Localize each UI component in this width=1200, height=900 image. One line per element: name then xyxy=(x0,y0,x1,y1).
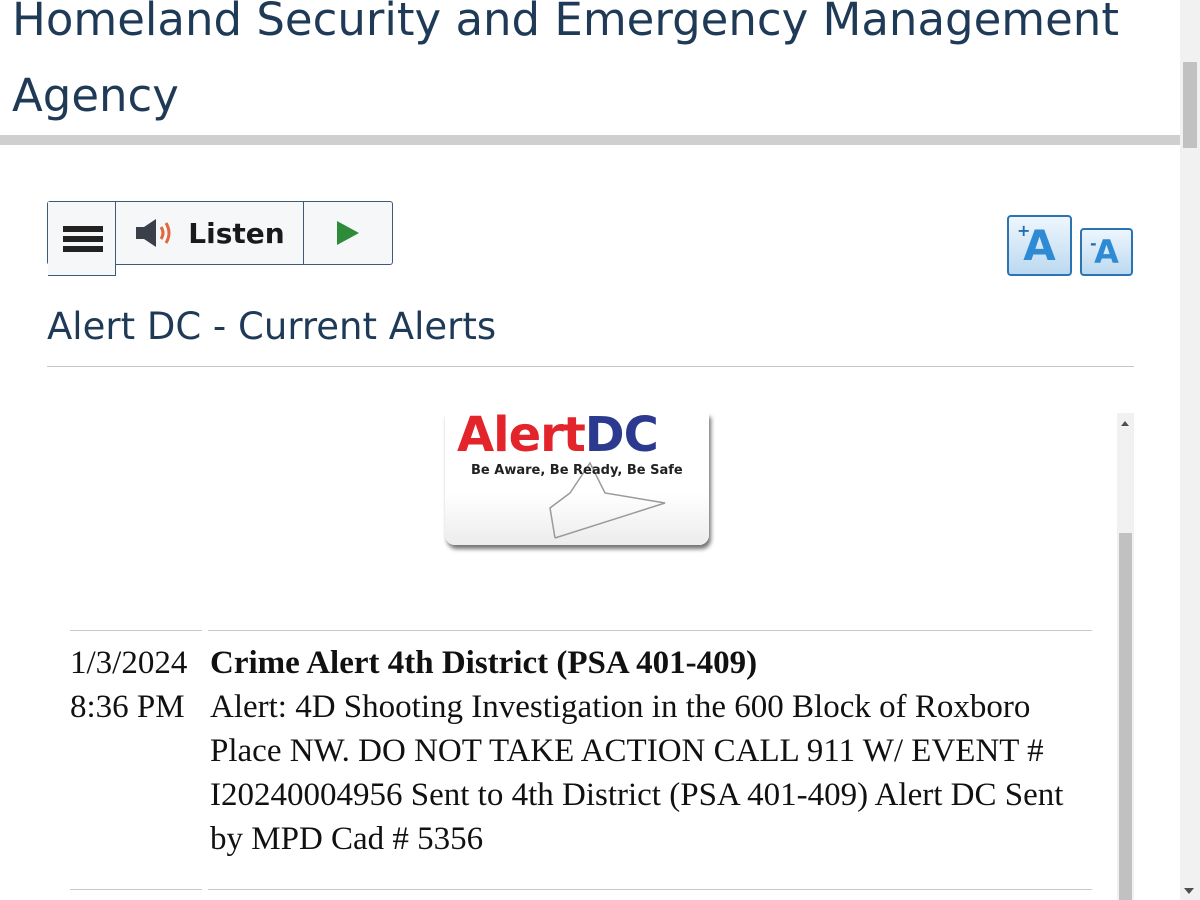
header-divider xyxy=(0,135,1180,145)
hamburger-menu-icon xyxy=(63,226,103,256)
speaker-icon xyxy=(136,219,171,247)
alerts-frame[interactable]: AlertDC Be Aware, Be Ready, Be Safe 1/3/… xyxy=(47,413,1134,900)
section-title: Alert DC - Current Alerts xyxy=(47,305,497,348)
page-scrollbar-thumb[interactable] xyxy=(1183,62,1197,148)
row-divider xyxy=(70,889,1092,890)
agency-title: Homeland Security and Emergency Manageme… xyxy=(12,0,1119,122)
row-divider xyxy=(70,630,1092,631)
alert-time: 8:36 PM xyxy=(70,689,185,725)
section-divider xyxy=(47,366,1134,367)
logo-wordmark: AlertDC xyxy=(457,413,659,463)
plus-sign: + xyxy=(1017,221,1031,240)
listen-menu-button[interactable] xyxy=(48,202,116,276)
minus-sign: - xyxy=(1090,234,1097,253)
scroll-down-arrow-icon[interactable] xyxy=(1184,888,1194,894)
logo-card: AlertDC Be Aware, Be Ready, Be Safe xyxy=(445,413,709,545)
alert-title: Crime Alert 4th District (PSA 401-409) xyxy=(210,645,758,681)
font-increase-button[interactable]: + A xyxy=(1007,215,1072,276)
page: Homeland Security and Emergency Manageme… xyxy=(0,0,1200,900)
alert-row: 1/3/2024 8:36 PM Crime Alert 4th Distric… xyxy=(70,631,1092,889)
font-decrease-button[interactable]: - A xyxy=(1080,228,1133,276)
alertdc-logo: AlertDC Be Aware, Be Ready, Be Safe xyxy=(445,413,711,548)
alert-date: 1/3/2024 xyxy=(70,645,188,681)
alert-body: Crime Alert 4th District (PSA 401-409) A… xyxy=(208,641,1092,861)
alert-datetime: 1/3/2024 8:36 PM xyxy=(70,641,208,861)
page-scrollbar[interactable] xyxy=(1180,0,1200,900)
scroll-up-arrow-icon[interactable] xyxy=(1121,421,1129,426)
listen-toolbar: Listen xyxy=(47,201,393,276)
logo-tagline: Be Aware, Be Ready, Be Safe xyxy=(471,463,683,478)
listen-label: Listen xyxy=(188,216,285,250)
alerts-table: 1/3/2024 8:36 PM Crime Alert 4th Distric… xyxy=(70,630,1092,890)
font-decrease-label: A xyxy=(1094,233,1119,271)
alert-text: Alert: 4D Shooting Investigation in the … xyxy=(210,689,1064,857)
listen-button[interactable]: Listen xyxy=(116,202,304,264)
play-button[interactable] xyxy=(304,202,392,264)
alerts-scrollbar[interactable] xyxy=(1117,413,1134,900)
alerts-scrollbar-thumb[interactable] xyxy=(1119,533,1132,900)
play-icon xyxy=(337,221,359,245)
